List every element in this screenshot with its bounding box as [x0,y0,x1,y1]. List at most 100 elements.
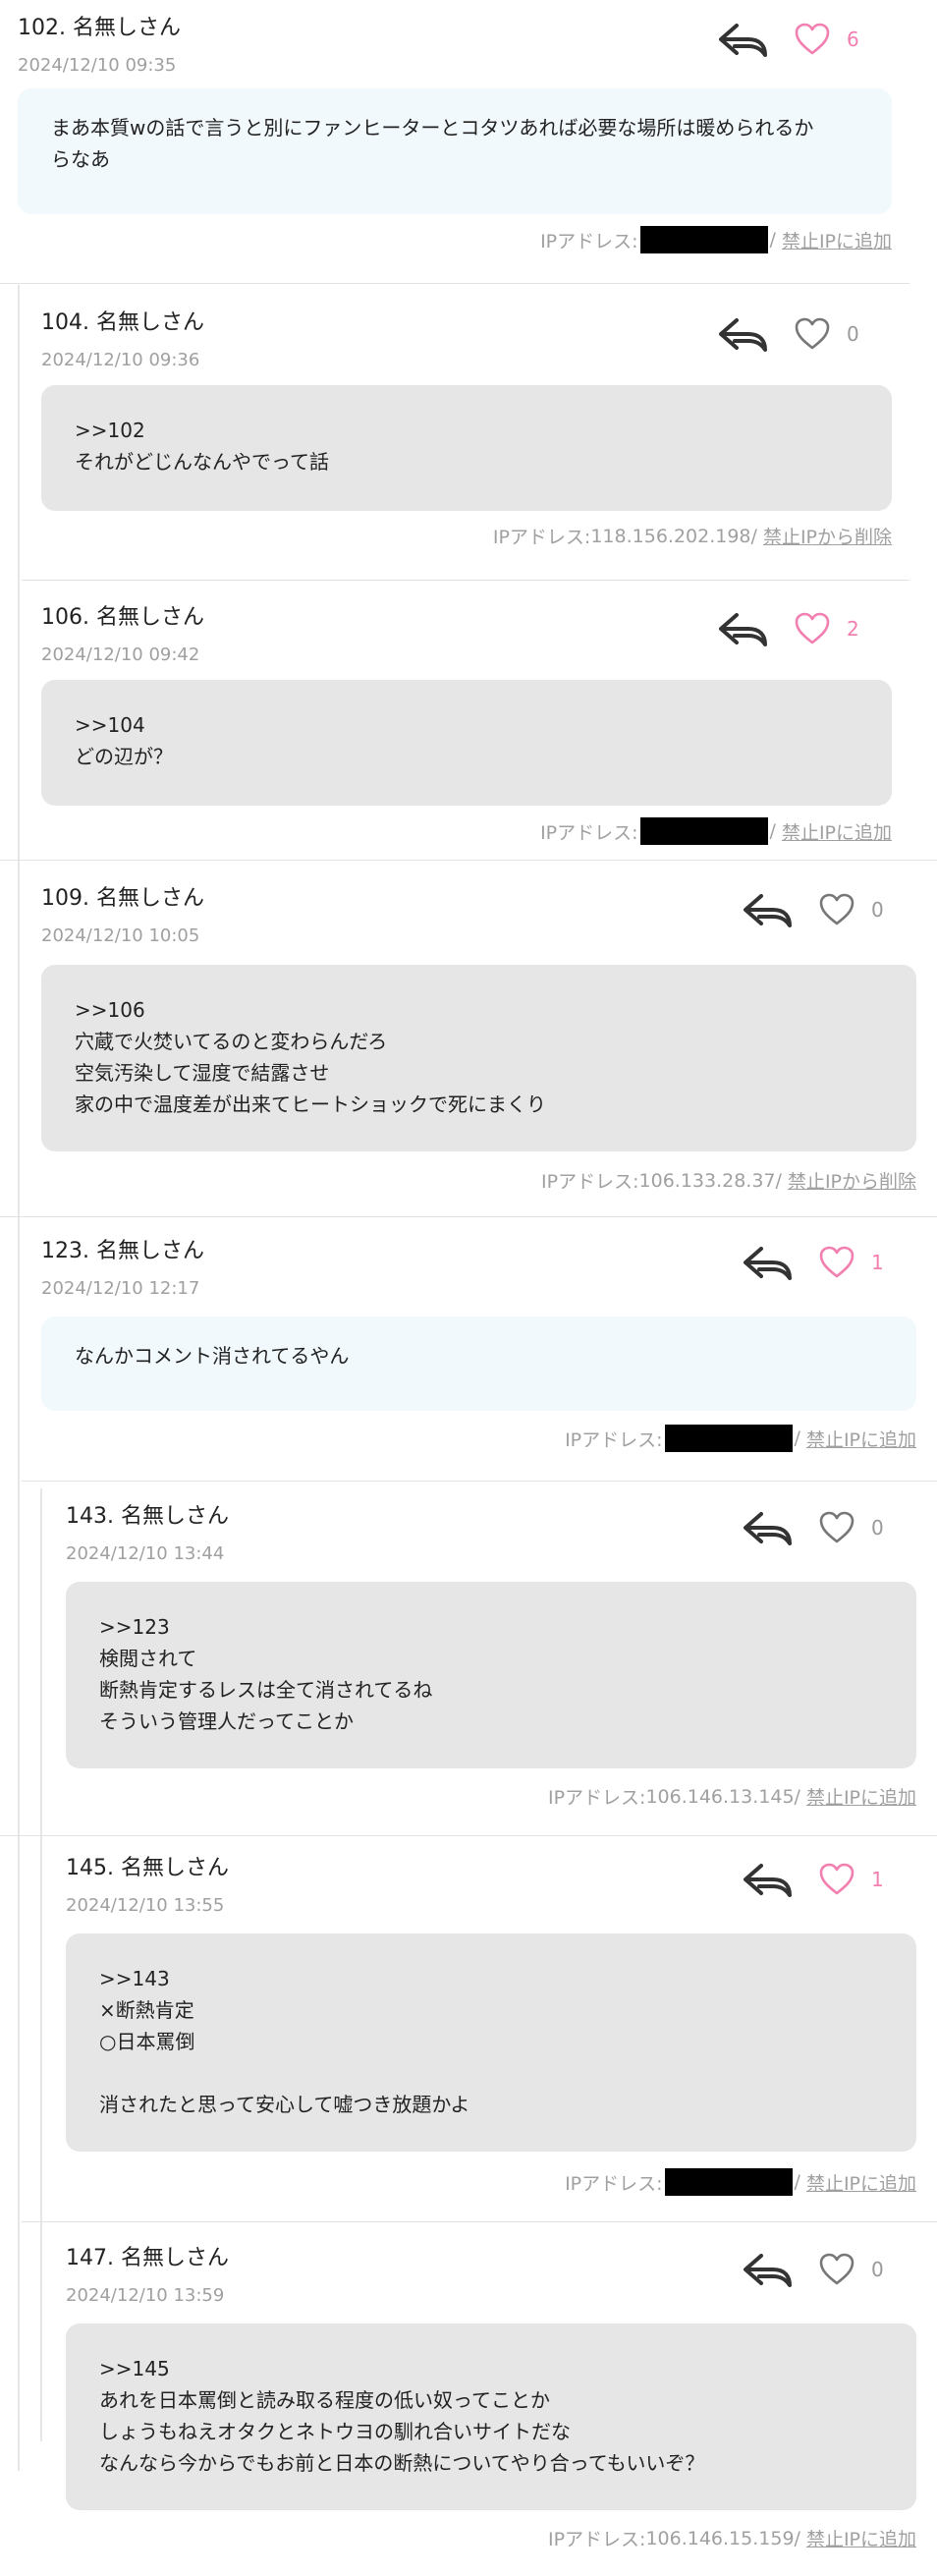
comment-number: 143. [66,1504,114,1529]
comment-text-line: なんなら今からでもお前と日本の断熱についてやり合ってもいいぞ？ [99,2451,705,2475]
comment-header: 143. 名無しさん [66,1498,229,1530]
ban-ip-link[interactable]: 禁止IPから削除 [763,523,892,549]
comment-text-line: >>143 [99,1967,170,1990]
reply-icon[interactable] [715,609,770,648]
comment-text-line: あれを日本罵倒と読み取る程度の低い奴ってことか [99,2388,550,2412]
comment-footer: IPアドレス: 106.146.13.145 / 禁止IPに追加 [548,1783,916,1810]
comment-text-line: どの辺が？ [75,745,173,768]
ip-sep: / [769,820,776,842]
comment: 109. 名無しさん 2024/12/10 10:05 0 >>106 穴蔵で火焚… [41,870,916,1206]
reply-icon[interactable] [740,890,795,929]
heart-icon[interactable] [818,892,855,927]
like-count: 1 [871,1251,884,1274]
comment-footer: IPアドレス: 106.133.28.37 / 禁止IPから削除 [541,1167,916,1194]
heart-icon[interactable] [818,1245,855,1280]
comment-date: 2024/12/10 09:35 [18,55,177,76]
heart-icon[interactable] [818,2252,855,2287]
comment-text-line: なんかコメント消されてるやん [75,1344,350,1368]
redacted-ip-block [639,817,768,845]
comment-author: 名無しさん [95,886,204,911]
ip-label: IPアドレス: [540,230,638,252]
comment-text-line: >>102 [75,419,145,442]
thread-indent-line [40,1488,42,2441]
comment-footer: IPアドレス: 118.156.202.198 / 禁止IPから削除 [493,523,892,549]
ip-address: 118.156.202.198 [590,525,751,547]
ip-sep: / [794,1428,800,1449]
comment-date: 2024/12/10 13:44 [66,1543,225,1564]
ip-sep: / [750,525,757,547]
reply-icon[interactable] [715,20,770,59]
reply-icon[interactable] [740,1508,795,1547]
ip-label: IPアドレス: [547,2529,646,2550]
ban-ip-link[interactable]: 禁止IPに追加 [806,2169,916,2196]
comment-text-line: 穴蔵で火焚いてるのと変わらんだろ [75,1030,388,1053]
comment-separator [0,1835,937,1836]
comment-separator [0,1216,937,1217]
comment-author: 名無しさん [95,310,204,335]
comment-separator [22,2221,937,2222]
comment-text-line [99,2057,883,2089]
like-count: 0 [871,1516,884,1540]
heart-icon[interactable] [818,1862,855,1897]
comment-header: 104. 名無しさん [41,305,204,336]
reply-icon[interactable] [740,2250,795,2289]
comment-text-line: それがどじんなんやでって話 [75,450,329,474]
heart-icon[interactable] [794,22,831,57]
comment-header: 109. 名無しさん [41,880,204,912]
comment: 147. 名無しさん 2024/12/10 13:59 0 >>145 あれを日本… [66,2230,916,2564]
thread-indent-line [18,1488,20,2471]
reply-icon[interactable] [740,1860,795,1899]
comment: 143. 名無しさん 2024/12/10 13:44 0 >>123 検閲されて… [66,1488,916,1822]
comment-body: >>143 ×断熱肯定 ○日本罵倒 消されたと思って安心して嘘つき放題かよ [66,1933,916,2152]
comment-text-line: 断熱肯定するレスは全て消されてるね [99,1678,433,1702]
ban-ip-link[interactable]: 禁止IPに追加 [806,1783,916,1810]
ip-sep: / [794,2171,800,2193]
comment-text-line: >>104 [75,713,145,737]
ip-address: 106.133.28.37 [638,1169,776,1192]
reply-icon[interactable] [715,314,770,354]
comment-text-line: 検閲されて [99,1647,197,1670]
comment-header: 106. 名無しさん [41,599,204,631]
comment-number: 104. [41,310,89,335]
ban-ip-link[interactable]: 禁止IPに追加 [782,818,892,845]
comment-number: 145. [66,1856,114,1880]
comment-body: >>102 それがどじんなんやでって話 [41,385,892,511]
comment-header: 145. 名無しさん [66,1850,229,1881]
comment-text-line: 家の中で温度差が出来てヒートショックで死にまくり [75,1092,546,1116]
like-count: 0 [871,2258,884,2281]
comment-body: まあ本質wの話で言うと別にファンヒーターとコタツあれば必要な場所は暖められるから… [18,88,892,214]
ban-ip-link[interactable]: 禁止IPから削除 [788,1167,916,1194]
comment-footer: IPアドレス: / 禁止IPに追加 [565,2168,916,2196]
comment: 104. 名無しさん 2024/12/10 09:36 0 >>102 それがどじ… [41,295,892,562]
ip-address: 106.146.13.145 [645,1785,795,1808]
comment-separator [0,860,937,861]
comment-footer: IPアドレス: / 禁止IPに追加 [540,226,892,253]
like-count: 0 [871,898,884,922]
reply-icon[interactable] [740,1243,795,1282]
comment-text-line: 空気汚染して湿度で結露させ [75,1061,330,1085]
comment-body: >>123 検閲されて 断熱肯定するレスは全て消されてるね そういう管理人だってことか [66,1582,916,1768]
comment-text-line: 消されたと思って安心して嘘つき放題かよ [99,2093,470,2116]
comment-text-line: そういう管理人だってことか [99,1709,354,1733]
comment-footer: IPアドレス: / 禁止IPに追加 [565,1425,916,1452]
heart-icon[interactable] [794,611,831,646]
ban-ip-link[interactable]: 禁止IPに追加 [782,227,892,253]
ban-ip-link[interactable]: 禁止IPに追加 [806,1426,916,1452]
comment-footer: IPアドレス: 106.146.15.159 / 禁止IPに追加 [548,2525,916,2551]
like-count: 6 [847,28,859,51]
comment-text-line: らなあ [51,147,110,171]
comment-author: 名無しさん [95,1239,204,1263]
comment-number: 109. [41,886,89,911]
like-count: 2 [847,617,859,641]
ip-sep: / [775,1169,782,1192]
ban-ip-link[interactable]: 禁止IPに追加 [806,2525,916,2551]
comment-number: 123. [41,1239,89,1263]
comment-date: 2024/12/10 13:55 [66,1895,225,1916]
comment-number: 102. [18,16,66,40]
ip-sep: / [794,1785,800,1808]
comment-date: 2024/12/10 09:42 [41,644,200,665]
heart-icon[interactable] [794,316,831,352]
heart-icon[interactable] [818,1510,855,1545]
comment-author: 名無しさん [120,1504,229,1529]
comment-header: 123. 名無しさん [41,1233,204,1264]
